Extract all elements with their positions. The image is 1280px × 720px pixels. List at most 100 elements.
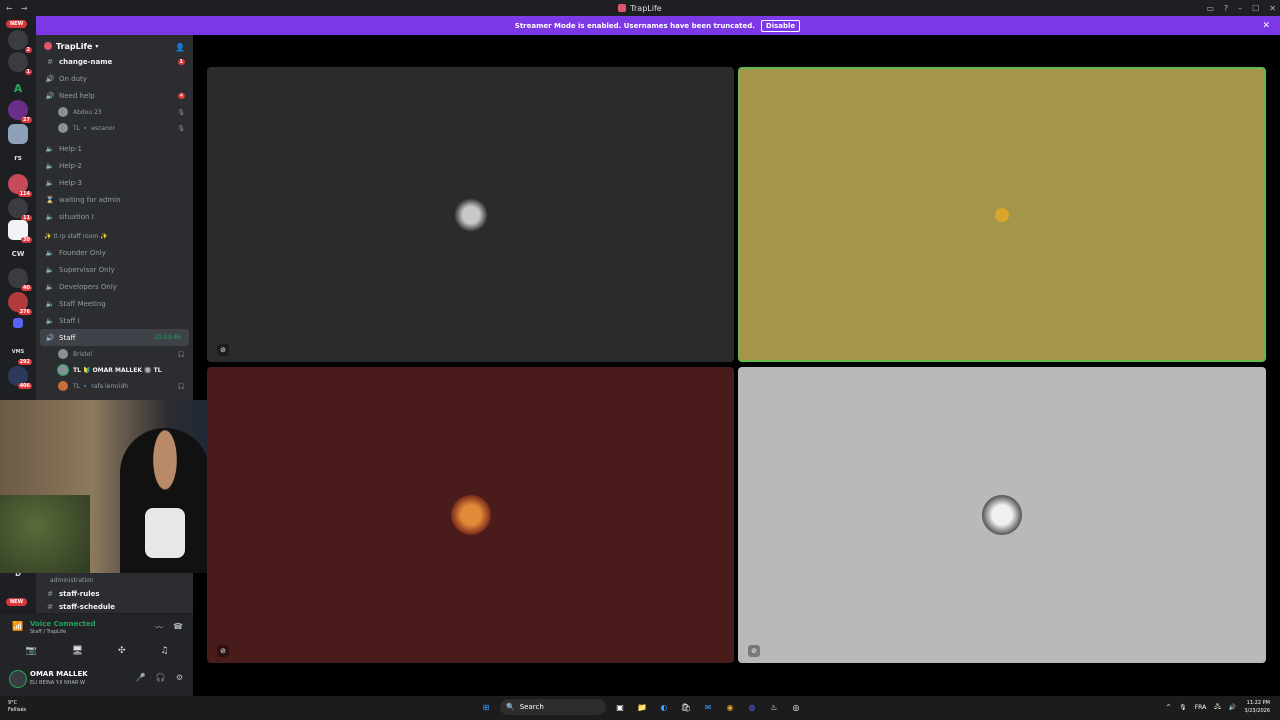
forward-arrow-icon[interactable]: → [21,4,28,13]
task-view-icon[interactable]: ▣ [612,699,628,715]
channel-help-1[interactable]: 🔈 Help-1 [36,140,193,157]
edge-browser-icon[interactable]: ◐ [656,699,672,715]
clock[interactable]: 11:22 PM 3/23/2026 [1244,699,1270,715]
activities-icon[interactable]: ✣ [118,646,126,656]
server-label: CW [11,250,25,258]
server-icon[interactable] [8,124,28,144]
minimize-button[interactable]: – [1238,4,1242,13]
mail-icon[interactable]: ✉ [700,699,716,715]
server-icon[interactable]: 11 [8,198,32,221]
speaker-icon: 🔈 [45,316,55,325]
microphone-tray-icon[interactable]: 🎙 [1179,704,1187,711]
channel-need-help[interactable]: 🔊 Need help 4 [36,87,193,104]
channel-label: Staff Meeting [59,299,106,308]
voice-user[interactable]: TL 🔹 escanor 🎙 [36,120,193,136]
close-window-button[interactable]: ✕ [1269,4,1276,13]
voice-user[interactable]: TL 🔹 rafa lemridh 🎧 [36,378,193,394]
channel-waiting-for-admin[interactable]: ⌛ waiting for admin [36,191,193,208]
plant-image [0,495,90,573]
server-icon[interactable]: CW [8,244,28,264]
chrome-icon[interactable]: ◉ [722,699,738,715]
voice-user-name: TL 🔰 OMAR MALLEK 🔘 TL [73,366,162,374]
channel-label: Supervisor Only [59,265,115,274]
taskbar-search[interactable]: 🔍 Search [500,699,606,715]
help-icon[interactable]: ? [1224,4,1228,13]
disconnect-icon[interactable]: ☎ [173,622,183,633]
chevron-up-icon[interactable]: ^ [1166,704,1171,711]
folder-icon[interactable] [13,318,23,328]
volume-icon[interactable]: 🔊 [1229,704,1236,711]
banner-message: Streamer Mode is enabled. Usernames have… [514,21,755,30]
server-icon[interactable]: 406 [8,366,32,389]
channel-supervisor-only[interactable]: 🔈 Supervisor Only [36,261,193,278]
call-timer: 10:23:46 [154,334,181,341]
channel-staff-rules[interactable]: # staff-rules [36,587,193,601]
channel-staff-schedule[interactable]: # staff-schedule [36,601,193,613]
weather-widget[interactable]: 9°C Fellisés [8,700,26,714]
file-explorer-icon[interactable]: 📁 [634,699,650,715]
disable-streamer-mode-button[interactable]: Disable [760,19,801,32]
channel-label: Help-1 [59,144,82,153]
discord-icon[interactable]: ◍ [744,699,760,715]
screen-share-icon[interactable]: 🖥 [72,646,83,656]
video-tile[interactable]: ⊘ [207,67,734,362]
channel-founder-only[interactable]: 🔈 Founder Only [36,244,193,261]
server-icon[interactable]: 2 [8,30,32,53]
server-label: A [13,81,23,95]
voice-user[interactable]: Abdou 23 🎙 [36,104,193,120]
steam-icon[interactable]: ♨ [766,699,782,715]
server-icon[interactable]: VMS 292 [8,342,32,365]
server-icon[interactable]: 30 [8,220,32,243]
channel-help-2[interactable]: 🔈 Help-2 [36,157,193,174]
server-icon[interactable]: 376 [8,292,32,315]
new-badge-bottom: NEW [6,598,28,606]
voice-status[interactable]: Voice Connected [30,620,96,628]
store-icon[interactable]: 🛍 [678,699,694,715]
speaker-icon: 🔈 [45,178,55,187]
chevron-down-icon: ▾ [95,42,99,50]
clock-date: 3/23/2026 [1244,708,1270,714]
channel-developers-only[interactable]: 🔈 Developers Only [36,278,193,295]
avatar [58,107,68,117]
soundboard-icon[interactable]: ♫ [160,646,168,656]
category-staff-room[interactable]: ✨ tl rp staff room ✨ [36,229,193,244]
voice-user[interactable]: Bristol 🎧 [36,346,193,362]
channel-change-name[interactable]: # change-name 1 [36,53,193,70]
channel-staff-active[interactable]: 🔊 Staff 10:23:46 [40,329,189,346]
add-user-icon[interactable]: 👤 [175,43,185,52]
banner-close-icon[interactable]: ✕ [1262,21,1270,31]
back-arrow-icon[interactable]: ← [6,4,13,13]
server-icon[interactable]: 40 [8,268,32,291]
category-administration[interactable]: administration [36,573,193,587]
avatar[interactable] [10,671,26,687]
channel-staff-i[interactable]: 🔈 Staff I [36,312,193,329]
microphone-icon[interactable]: 🎤 [136,673,146,682]
gear-icon[interactable]: ⚙ [176,673,183,682]
server-icon[interactable]: A [8,78,28,98]
server-icon[interactable]: 27 [8,100,32,123]
network-icon[interactable]: 🖧 [1214,702,1221,712]
channel-help-3[interactable]: 🔈 Help-3 [36,174,193,191]
channel-staff-meeting[interactable]: 🔈 Staff Meeting [36,295,193,312]
channel-on-duty[interactable]: 🔊 On duty [36,70,193,87]
video-tile[interactable]: ⊘ [207,367,734,663]
camera-off-icon[interactable]: 📷 [25,646,36,656]
speaker-icon: 🔈 [45,282,55,291]
server-icon[interactable]: 1 [8,52,32,75]
noise-suppression-icon[interactable]: 〰 [155,622,163,633]
app-icon[interactable]: ◎ [788,699,804,715]
voice-location[interactable]: Staff / TrapLife [30,629,66,635]
voice-user-self[interactable]: TL 🔰 OMAR MALLEK 🔘 TL [36,362,193,378]
server-icon[interactable]: 114 [8,174,32,197]
inbox-icon[interactable]: ▭ [1206,4,1214,13]
video-tile-speaking[interactable] [738,67,1266,362]
user-name[interactable]: OMAR MALLEK [30,670,88,678]
speaker-icon: 🔈 [45,161,55,170]
language-indicator[interactable]: FRA [1195,704,1206,711]
maximize-button[interactable]: ☐ [1252,4,1259,13]
windows-start-icon[interactable]: ⊞ [478,699,494,715]
server-icon[interactable]: rs [8,148,28,168]
channel-situation[interactable]: 🔈 situation I [36,208,193,225]
video-tile[interactable]: ⊘ [738,367,1266,663]
headphones-icon[interactable]: 🎧 [156,673,166,682]
